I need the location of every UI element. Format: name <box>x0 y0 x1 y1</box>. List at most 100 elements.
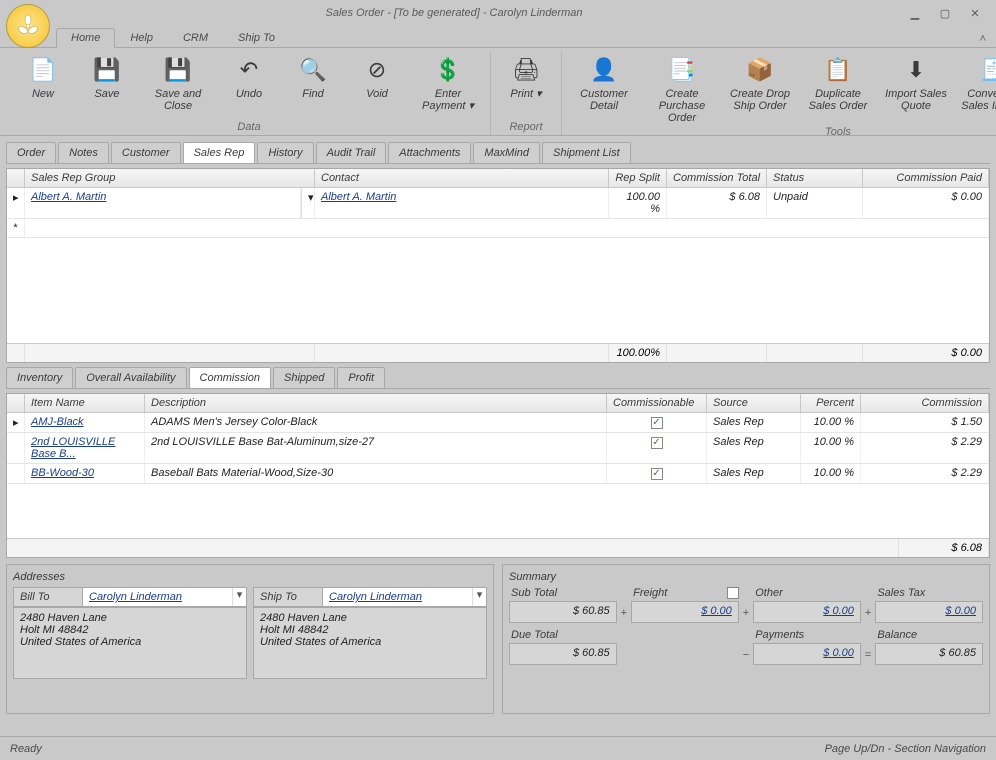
tab-shipment-list[interactable]: Shipment List <box>542 142 631 163</box>
menu-tab-ship-to[interactable]: Ship To <box>223 28 290 47</box>
menu-tab-crm[interactable]: CRM <box>168 28 223 47</box>
tab-profit[interactable]: Profit <box>337 367 385 388</box>
payments-value[interactable]: $ 0.00 <box>753 643 861 665</box>
new-icon: 📄 <box>27 54 59 86</box>
tab-maxmind[interactable]: MaxMind <box>473 142 540 163</box>
col-rep-split[interactable]: Rep Split <box>609 169 667 187</box>
app-logo[interactable] <box>6 4 50 48</box>
new-button[interactable]: 📄New <box>14 52 72 119</box>
undo-button[interactable]: ↶Undo <box>220 52 278 119</box>
item-link[interactable]: 2nd LOUISVILLE Base B... <box>31 436 115 460</box>
commission-body: ▸AMJ-BlackADAMS Men's Jersey Color-Black… <box>7 413 989 538</box>
enter-payment-button[interactable]: 💲Enter Payment ▾ <box>412 52 484 119</box>
tab-shipped[interactable]: Shipped <box>273 367 335 388</box>
commissionable-checkbox[interactable]: ✓ <box>651 468 663 480</box>
mid-tabstrip: InventoryOverall AvailabilityCommissionS… <box>6 367 990 389</box>
chevron-down-icon[interactable]: ▾ <box>472 588 486 606</box>
col-percent[interactable]: Percent <box>801 394 861 412</box>
commissionable-checkbox[interactable]: ✓ <box>651 417 663 429</box>
tab-order[interactable]: Order <box>6 142 56 163</box>
tab-sales-rep[interactable]: Sales Rep <box>183 142 256 163</box>
tab-customer[interactable]: Customer <box>111 142 181 163</box>
maximize-button[interactable]: ▢ <box>938 6 952 20</box>
save-and-close-button[interactable]: 💾Save and Close <box>142 52 214 119</box>
minimize-button[interactable]: ▁ <box>908 6 922 20</box>
freight-checkbox[interactable] <box>727 587 739 599</box>
addresses-panel: Addresses Bill To Carolyn Linderman ▾ 24… <box>6 564 494 714</box>
table-row[interactable]: 2nd LOUISVILLE Base B...2nd LOUISVILLE B… <box>7 433 989 464</box>
propeller-icon <box>16 14 40 38</box>
col-sales-rep-group[interactable]: Sales Rep Group <box>25 169 315 187</box>
col-commissionable[interactable]: Commissionable <box>607 394 707 412</box>
ship-to-address: 2480 Haven LaneHolt MI 48842United State… <box>253 607 487 679</box>
col-commission-paid[interactable]: Commission Paid <box>863 169 989 187</box>
menu-tab-home[interactable]: Home <box>56 28 115 48</box>
statusbar: Ready Page Up/Dn - Section Navigation <box>0 736 996 760</box>
col-contact[interactable]: Contact <box>315 169 609 187</box>
dropdown-icon[interactable]: ▾ <box>301 188 315 218</box>
commission-grid: Item Name Description Commissionable Sou… <box>6 393 990 558</box>
col-description[interactable]: Description <box>145 394 607 412</box>
bill-to-combo[interactable]: Carolyn Linderman ▾ <box>83 587 247 607</box>
menu-tab-help[interactable]: Help <box>115 28 168 47</box>
chevron-down-icon[interactable]: ▾ <box>232 588 246 606</box>
menubar: HomeHelpCRMShip To <box>0 26 996 48</box>
bill-to-value[interactable]: Carolyn Linderman <box>83 588 232 606</box>
other-value[interactable]: $ 0.00 <box>753 601 861 623</box>
subtotal-value: $ 60.85 <box>509 601 617 623</box>
duplicate-sales-order-icon: 📋 <box>822 54 854 86</box>
save-button[interactable]: 💾Save <box>78 52 136 119</box>
col-commission-total[interactable]: Commission Total <box>667 169 767 187</box>
sales-rep-header: Sales Rep Group Contact Rep Split Commis… <box>7 169 989 188</box>
tab-audit-trail[interactable]: Audit Trail <box>316 142 387 163</box>
tab-notes[interactable]: Notes <box>58 142 109 163</box>
tab-inventory[interactable]: Inventory <box>6 367 73 388</box>
void-button[interactable]: ⊘Void <box>348 52 406 119</box>
contact-link[interactable]: Albert A. Martin <box>321 191 396 203</box>
status-left: Ready <box>10 743 42 755</box>
find-button[interactable]: 🔍Find <box>284 52 342 119</box>
customer-detail-icon: 👤 <box>588 54 620 86</box>
commissionable-checkbox[interactable]: ✓ <box>651 437 663 449</box>
tab-attachments[interactable]: Attachments <box>388 142 471 163</box>
ship-to-combo[interactable]: Carolyn Linderman ▾ <box>323 587 487 607</box>
summary-panel: Summary Sub Total $ 60.85 + Freight $ 0.… <box>502 564 990 714</box>
table-row[interactable]: ▸AMJ-BlackADAMS Men's Jersey Color-Black… <box>7 413 989 433</box>
ship-to-value[interactable]: Carolyn Linderman <box>323 588 472 606</box>
ship-to-label: Ship To <box>253 587 323 607</box>
duplicate-sales-order-button[interactable]: 📋Duplicate Sales Order <box>802 52 874 124</box>
ribbon-collapse-icon[interactable]: ˄ <box>980 33 986 45</box>
status-right: Page Up/Dn - Section Navigation <box>825 743 986 755</box>
import-sales-quote-button[interactable]: ⬇Import Sales Quote <box>880 52 952 124</box>
sales-rep-group-link[interactable]: Albert A. Martin <box>31 191 106 203</box>
table-row[interactable]: BB-Wood-30Baseball Bats Material-Wood,Si… <box>7 464 989 484</box>
balance-value: $ 60.85 <box>875 643 983 665</box>
find-icon: 🔍 <box>297 54 329 86</box>
customer-detail-button[interactable]: 👤Customer Detail <box>568 52 640 124</box>
col-item-name[interactable]: Item Name <box>25 394 145 412</box>
tab-overall-availability[interactable]: Overall Availability <box>75 367 186 388</box>
close-button[interactable]: ✕ <box>968 6 982 20</box>
item-link[interactable]: BB-Wood-30 <box>31 467 94 479</box>
create-purchase-order-button[interactable]: 📑Create Purchase Order <box>646 52 718 124</box>
commission-header: Item Name Description Commissionable Sou… <box>7 394 989 413</box>
convert-to-sales-invoice-icon: 🧾 <box>978 54 996 86</box>
bottom-panels: Addresses Bill To Carolyn Linderman ▾ 24… <box>6 564 990 714</box>
tab-history[interactable]: History <box>257 142 313 163</box>
app-window: Sales Order - [To be generated] - Caroly… <box>0 0 996 760</box>
tab-commission[interactable]: Commission <box>189 367 272 388</box>
print-button[interactable]: 🖨Print ▾ <box>497 52 555 119</box>
col-commission[interactable]: Commission <box>861 394 989 412</box>
print--icon: 🖨 <box>510 54 542 86</box>
convert-to-sales-invoice-button[interactable]: 🧾Convert To Sales Invoice <box>958 52 996 124</box>
col-status[interactable]: Status <box>767 169 863 187</box>
create-drop-ship-order-button[interactable]: 📦Create Drop Ship Order <box>724 52 796 124</box>
bill-to-label: Bill To <box>13 587 83 607</box>
col-source[interactable]: Source <box>707 394 801 412</box>
freight-value[interactable]: $ 0.00 <box>631 601 739 623</box>
table-row[interactable]: ▸ Albert A. Martin ▾ Albert A. Martin 10… <box>7 188 989 219</box>
undo-icon: ↶ <box>233 54 265 86</box>
salestax-value[interactable]: $ 0.00 <box>875 601 983 623</box>
new-row[interactable]: * <box>7 219 989 238</box>
item-link[interactable]: AMJ-Black <box>31 416 84 428</box>
